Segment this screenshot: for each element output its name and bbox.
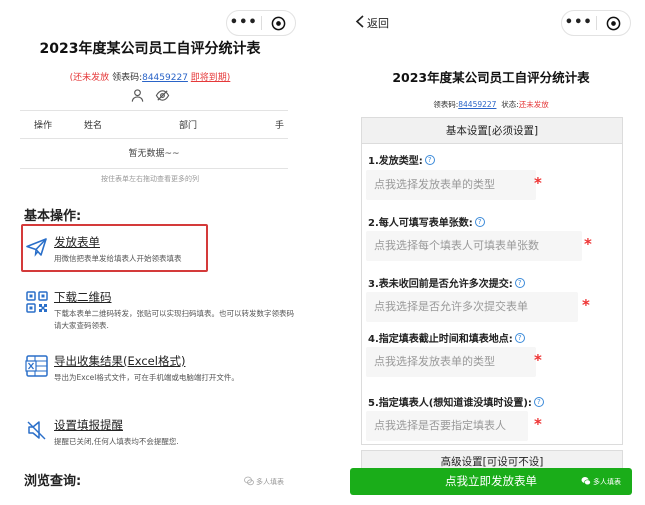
miniprogram-capsule[interactable]: ••• (226, 10, 296, 36)
question-label: 1.发放类型:? (368, 152, 435, 167)
help-icon[interactable]: ? (514, 332, 525, 343)
op-download-qrcode[interactable]: 下载二维码 下载本表单二维码转发，张贴可以实现扫码填表。也可以转发数字领表码请大… (24, 289, 294, 332)
op-title[interactable]: 下载二维码 (54, 289, 294, 305)
op-title[interactable]: 导出收集结果(Excel格式) (54, 353, 294, 369)
required-mark: * (534, 415, 542, 433)
select-deadline-location[interactable]: 点我选择发放表单的类型 (366, 347, 536, 377)
chevron-left-icon (355, 15, 367, 31)
back-button[interactable]: 返回 (355, 15, 389, 31)
question-label: 2.每人可填写表单张数:? (368, 214, 485, 229)
select-forms-per-person[interactable]: 点我选择每个填表人可填表单张数 (366, 231, 582, 261)
op-desc: 下载本表单二维码转发，张贴可以实现扫码填表。也可以转发数字领表码请大家查码领表. (54, 309, 294, 330)
brand-name: 多人填表 (256, 478, 284, 486)
help-icon[interactable]: ? (474, 216, 485, 227)
required-mark: * (534, 351, 542, 369)
left-panel: ••• 2023年度某公司员工自评分统计表 (还未发放 领表码:84459227… (0, 0, 300, 505)
form-code-label: 领表码: (112, 73, 143, 83)
basic-settings-box: 基本设置[必须设置] 1.发放类型:? 点我选择发放表单的类型 * 2.每人可填… (361, 117, 623, 445)
brand-name: 多人填表 (593, 478, 621, 486)
form-code-link[interactable]: 84459227 (142, 73, 188, 83)
close-miniprogram-icon[interactable] (262, 16, 296, 31)
highlight-box (21, 224, 208, 272)
help-icon[interactable]: ? (514, 277, 525, 288)
question-label: 4.指定填表截止时间和填表地点:? (368, 330, 525, 345)
excel-icon (24, 353, 50, 379)
column-header: 手 (275, 121, 285, 131)
help-icon[interactable]: ? (424, 154, 435, 165)
back-label: 返回 (367, 17, 389, 30)
op-export-excel[interactable]: 导出收集结果(Excel格式) 导出为Excel格式文件，可在手机端或电脑端打开… (24, 353, 294, 384)
form-meta: (还未发放 领表码:84459227 即将到期) (0, 70, 300, 83)
form-code-link[interactable]: 84459227 (458, 100, 496, 109)
page-title: 2023年度某公司员工自评分统计表 (392, 70, 590, 85)
more-icon[interactable]: ••• (562, 11, 596, 35)
select-multiple-submission[interactable]: 点我选择是否允许多次提交表单 (366, 292, 578, 322)
column-header: 操作 (34, 121, 53, 131)
column-header: 部门 (179, 121, 198, 131)
status-value: 还未发放 (518, 100, 549, 109)
brand-watermark: 多人填表 (244, 476, 284, 488)
table-header: 操作 姓名 部门 手 (20, 111, 288, 139)
required-mark: * (582, 296, 590, 314)
required-mark: * (584, 235, 592, 253)
status-text: (还未发放 (69, 73, 110, 83)
form-meta: 领表码:84459227 状态:还未发放 (345, 99, 637, 110)
eye-hidden-icon[interactable] (155, 88, 170, 107)
qrcode-icon (24, 289, 50, 315)
page-title: 2023年度某公司员工自评分统计表 (39, 41, 261, 57)
help-icon[interactable]: ? (533, 396, 544, 407)
status-label: 状态: (501, 100, 519, 109)
op-desc: 导出为Excel格式文件，可在手机端或电脑端打开文件。 (54, 373, 239, 382)
select-distribution-type[interactable]: 点我选择发放表单的类型 (366, 170, 536, 200)
browse-title: 浏览查询: (24, 474, 82, 489)
mute-speaker-icon (24, 417, 50, 443)
table-scroll-hint: 按住表单左右拖动查看更多的列 (101, 175, 199, 183)
more-icon[interactable]: ••• (227, 11, 261, 35)
data-table[interactable]: 操作 姓名 部门 手 暂无数据~~ (20, 110, 288, 169)
op-desc: 提醒已关闭,任何人填表均不会提醒您. (54, 437, 179, 446)
basic-ops-title: 基本操作: (24, 209, 82, 224)
form-code-label: 领表码: (433, 100, 459, 109)
basic-settings-header: 基本设置[必须设置] (362, 118, 622, 144)
person-icon[interactable] (130, 88, 145, 107)
brand-watermark: 多人填表 (581, 476, 621, 488)
view-toggle-icons (0, 88, 300, 107)
table-empty-text: 暂无数据~~ (20, 139, 288, 169)
wechat-icon (244, 476, 254, 488)
required-mark: * (534, 174, 542, 192)
op-set-reminder[interactable]: 设置填报提醒 提醒已关闭,任何人填表均不会提醒您. (24, 417, 294, 448)
close-miniprogram-icon[interactable] (597, 16, 631, 31)
op-title[interactable]: 设置填报提醒 (54, 417, 294, 433)
question-label: 5.指定填表人(想知道谁没填时设置):? (368, 394, 544, 409)
button-label: 点我立即发放表单 (445, 474, 537, 488)
column-header: 姓名 (84, 121, 103, 131)
wechat-icon (581, 476, 591, 488)
due-link[interactable]: 即将到期) (191, 73, 231, 83)
miniprogram-capsule[interactable]: ••• (561, 10, 631, 36)
question-label: 3.表未收回前是否允许多次提交:? (368, 275, 525, 290)
select-assigned-filler[interactable]: 点我选择是否要指定填表人 (366, 411, 528, 441)
right-panel: 返回 ••• 2023年度某公司员工自评分统计表 领表码:84459227 状态… (345, 0, 637, 505)
